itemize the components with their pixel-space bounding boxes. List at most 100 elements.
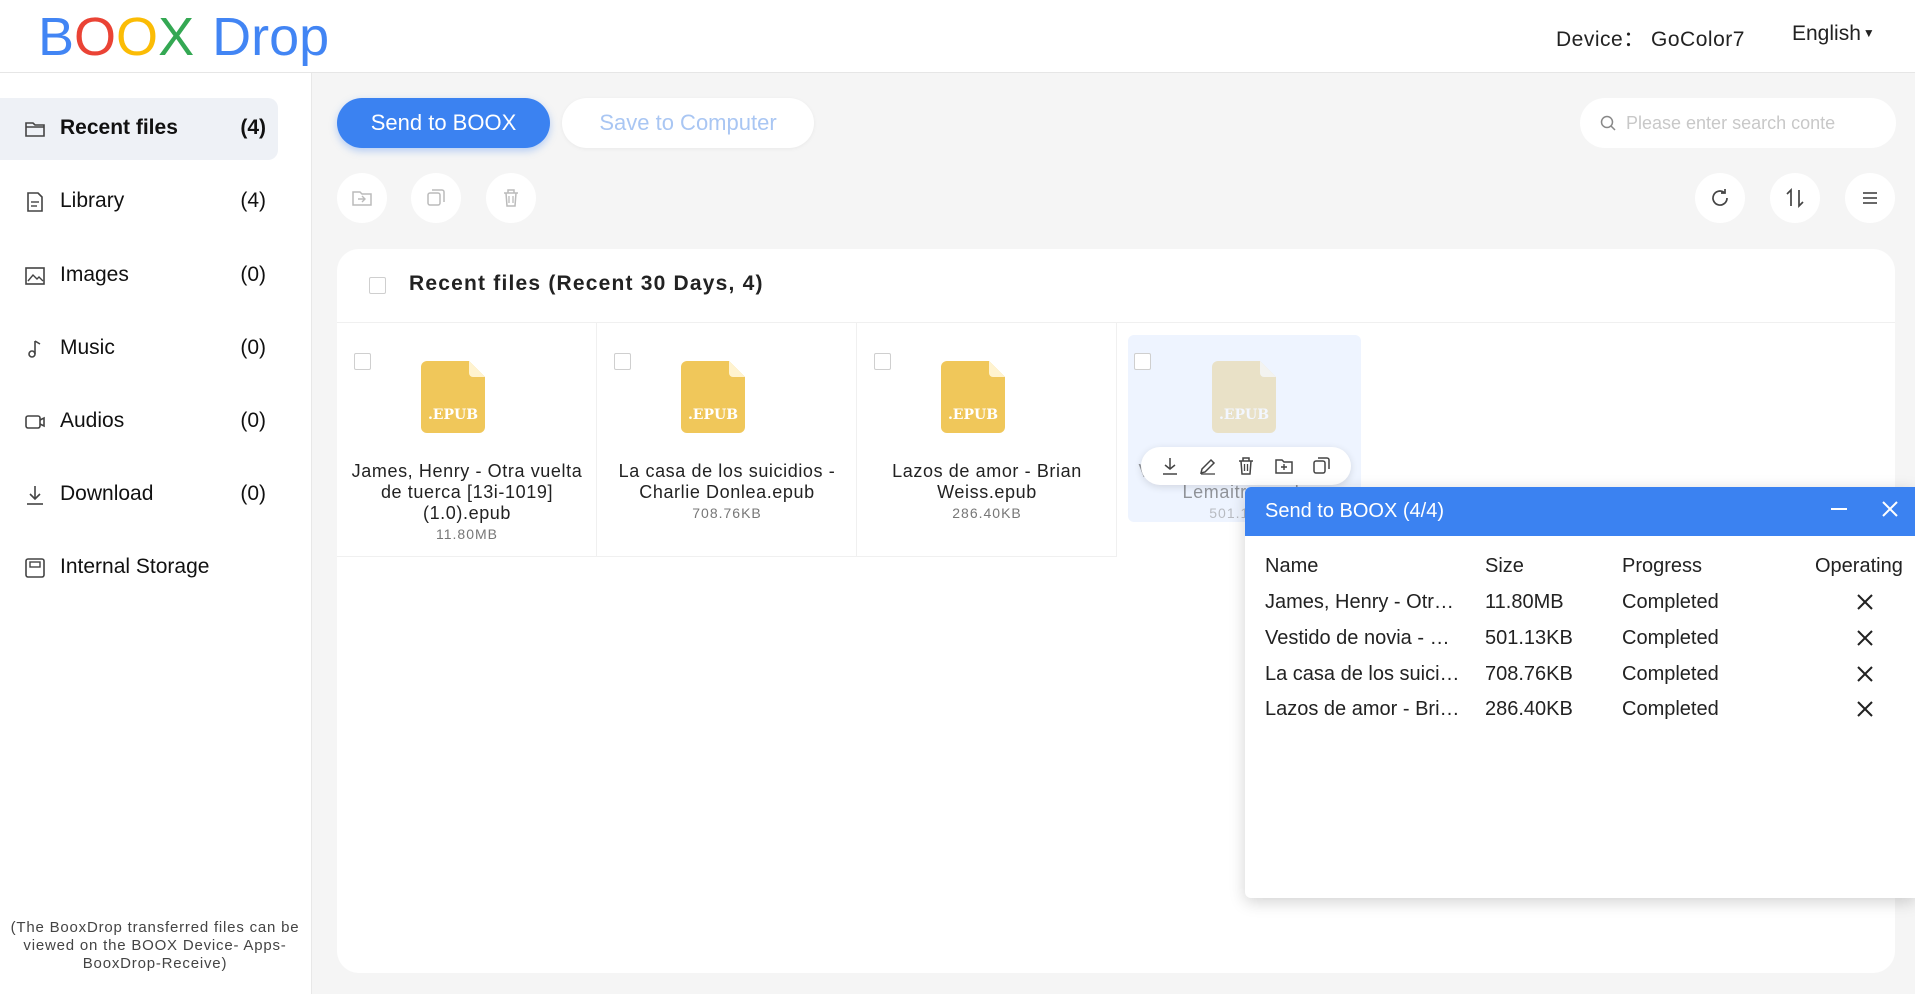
dialog-header: Send to BOOX (4/4) bbox=[1245, 487, 1915, 536]
edit-icon[interactable] bbox=[1198, 456, 1218, 476]
transfer-file-size: 501.13KB bbox=[1485, 627, 1573, 649]
folder-move-icon bbox=[352, 191, 372, 206]
storage-icon bbox=[25, 558, 45, 578]
transfer-progress: Completed bbox=[1622, 663, 1719, 685]
sidebar-item-count: (0) bbox=[240, 263, 266, 286]
sidebar-item-label: Images bbox=[60, 263, 129, 286]
trash-icon bbox=[504, 189, 518, 207]
sidebar-item-download[interactable]: Download (0) bbox=[0, 464, 278, 526]
close-icon[interactable] bbox=[1878, 497, 1902, 521]
file-size: 11.80MB bbox=[436, 526, 498, 542]
sidebar-item-count: (4) bbox=[240, 116, 266, 139]
file-checkbox[interactable] bbox=[1134, 353, 1151, 370]
app-header: BOOX Drop Device： GoColor7 English ▼ bbox=[0, 0, 1915, 73]
transfer-file-size: 286.40KB bbox=[1485, 698, 1573, 720]
sidebar-item-library[interactable]: Library (4) bbox=[0, 171, 278, 233]
copy-icon[interactable] bbox=[1312, 456, 1332, 476]
panel-title: Recent files (Recent 30 Days, 4) bbox=[409, 272, 764, 295]
minimize-icon[interactable] bbox=[1827, 497, 1851, 521]
sidebar-item-audios[interactable]: Audios (0) bbox=[0, 391, 278, 453]
caret-down-icon: ▼ bbox=[1862, 26, 1875, 40]
refresh-button[interactable] bbox=[1695, 173, 1745, 223]
file-name: Lazos de amor - Brian Weiss.epub bbox=[892, 461, 1082, 502]
device-label: Device： bbox=[1556, 28, 1645, 51]
sort-button[interactable] bbox=[1770, 173, 1820, 223]
remove-icon[interactable] bbox=[1856, 665, 1874, 683]
svg-text:.EPUB: .EPUB bbox=[428, 407, 478, 423]
epub-file-icon: .EPUB bbox=[421, 361, 485, 433]
copy-icon bbox=[427, 189, 445, 206]
remove-icon[interactable] bbox=[1856, 700, 1874, 718]
column-header-operating: Operating bbox=[1815, 555, 1903, 577]
sidebar-item-count: (0) bbox=[240, 336, 266, 359]
select-all-checkbox[interactable] bbox=[369, 277, 386, 294]
remove-icon[interactable] bbox=[1856, 629, 1874, 647]
file-card[interactable]: .EPUB La casa de los suicidios - Charlie… bbox=[597, 323, 857, 557]
transfer-file-name: Lazos de amor - Brian Weiss bbox=[1265, 698, 1461, 720]
sidebar-item-count: (4) bbox=[240, 189, 266, 212]
music-note-icon bbox=[28, 340, 41, 358]
save-to-computer-button[interactable]: Save to Computer bbox=[562, 98, 814, 148]
sidebar-item-label: Recent files bbox=[60, 116, 178, 139]
column-header-name: Name bbox=[1265, 555, 1319, 577]
send-to-boox-dialog: Send to BOOX (4/4) Name Size Progress Op… bbox=[1245, 487, 1915, 898]
svg-text:.EPUB: .EPUB bbox=[1219, 407, 1269, 423]
search-input[interactable] bbox=[1626, 112, 1876, 134]
sidebar-item-label: Library bbox=[60, 189, 125, 212]
file-card[interactable]: .EPUB James, Henry - Otra vuelta de tuer… bbox=[337, 323, 597, 557]
sidebar-item-music[interactable]: Music (0) bbox=[0, 318, 278, 380]
view-menu-button[interactable] bbox=[1845, 173, 1895, 223]
move-to-folder-button[interactable] bbox=[337, 173, 387, 223]
transfer-file-name: Vestido de novia - Pierre bbox=[1265, 627, 1451, 649]
transfer-file-name: La casa de los suicidios bbox=[1265, 663, 1461, 685]
transfer-progress: Completed bbox=[1622, 591, 1719, 613]
boox-drop-logo[interactable]: BOOX Drop bbox=[38, 6, 329, 68]
language-selector[interactable]: English ▼ bbox=[1792, 22, 1875, 46]
sidebar-item-label: Audios bbox=[60, 409, 125, 432]
sidebar-item-recent-files[interactable]: Recent files (4) bbox=[0, 98, 278, 160]
transfer-file-size: 708.76KB bbox=[1485, 663, 1573, 685]
device-indicator: Device： GoColor7 bbox=[1556, 23, 1745, 53]
sidebar-item-internal-storage[interactable]: Internal Storage bbox=[0, 537, 278, 599]
menu-icon bbox=[1863, 192, 1877, 204]
file-size: 708.76KB bbox=[692, 505, 762, 521]
column-header-progress: Progress bbox=[1622, 555, 1703, 577]
file-size: 286.40KB bbox=[952, 505, 1022, 521]
svg-text:.EPUB: .EPUB bbox=[948, 407, 998, 423]
file-card[interactable]: .EPUB Lazos de amor - Brian Weiss.epub 2… bbox=[857, 323, 1117, 557]
file-name: James, Henry - Otra vuelta de tuerca [13… bbox=[351, 461, 583, 523]
image-icon bbox=[25, 267, 45, 285]
epub-file-icon: .EPUB bbox=[941, 361, 1005, 433]
download-icon[interactable] bbox=[1160, 456, 1180, 476]
sidebar-item-label: Music bbox=[60, 336, 115, 359]
svg-text:.EPUB: .EPUB bbox=[688, 407, 738, 423]
file-checkbox[interactable] bbox=[874, 353, 891, 370]
folder-move-icon[interactable] bbox=[1274, 456, 1294, 476]
panel-header: Recent files (Recent 30 Days, 4) bbox=[337, 249, 1895, 323]
delete-button[interactable] bbox=[486, 173, 536, 223]
sidebar-note: (The BooxDrop transferred files can be v… bbox=[10, 919, 300, 972]
audio-icon bbox=[25, 415, 45, 429]
file-checkbox[interactable] bbox=[354, 353, 371, 370]
file-name: La casa de los suicidios - Charlie Donle… bbox=[618, 461, 836, 502]
refresh-icon bbox=[1712, 189, 1728, 206]
sidebar-item-label: Internal Storage bbox=[60, 555, 210, 578]
send-to-boox-button[interactable]: Send to BOOX bbox=[337, 98, 550, 148]
language-label: English bbox=[1792, 22, 1861, 45]
sidebar-item-label: Download bbox=[60, 482, 154, 505]
copy-button[interactable] bbox=[411, 173, 461, 223]
epub-file-icon: .EPUB bbox=[1212, 361, 1276, 433]
file-hover-actions bbox=[1141, 447, 1351, 485]
sort-icon bbox=[1786, 187, 1804, 209]
sidebar-item-count: (0) bbox=[240, 409, 266, 432]
remove-icon[interactable] bbox=[1856, 593, 1874, 611]
sidebar-item-images[interactable]: Images (0) bbox=[0, 245, 278, 307]
dialog-title: Send to BOOX (4/4) bbox=[1265, 500, 1444, 522]
transfer-progress: Completed bbox=[1622, 627, 1719, 649]
file-checkbox[interactable] bbox=[614, 353, 631, 370]
trash-icon[interactable] bbox=[1236, 456, 1256, 476]
download-icon bbox=[27, 486, 43, 505]
transfer-progress: Completed bbox=[1622, 698, 1719, 720]
epub-file-icon: .EPUB bbox=[681, 361, 745, 433]
search-box bbox=[1580, 98, 1896, 148]
